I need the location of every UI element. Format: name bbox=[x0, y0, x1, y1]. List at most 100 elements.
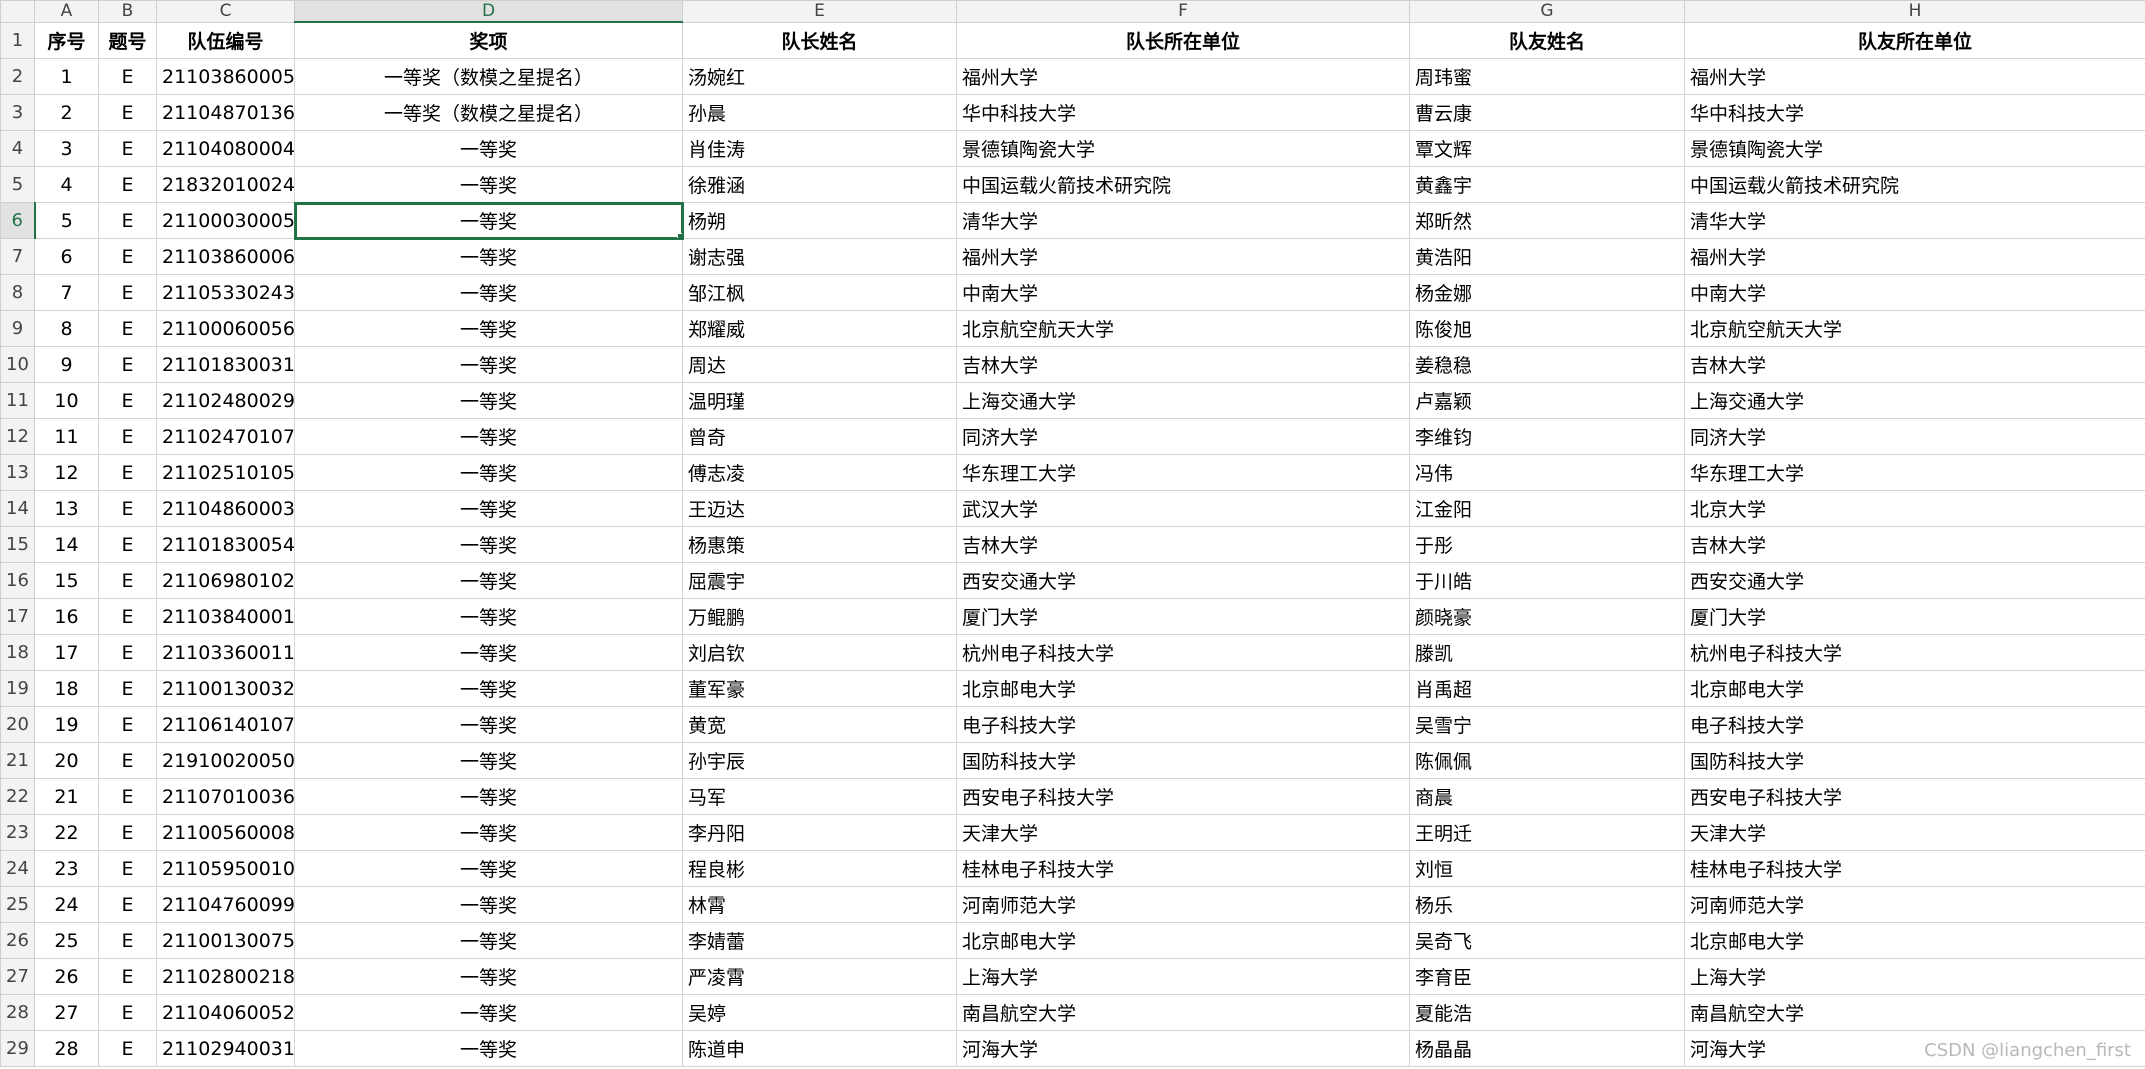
table-cell[interactable]: 21103860005 bbox=[156, 58, 295, 95]
row-number[interactable]: 27 bbox=[0, 958, 35, 995]
table-cell[interactable]: 杨乐 bbox=[1409, 886, 1685, 923]
table-cell[interactable]: 18 bbox=[34, 670, 99, 707]
table-cell[interactable]: 电子科技大学 bbox=[956, 706, 1410, 743]
table-cell[interactable]: 一等奖 bbox=[294, 166, 683, 203]
table-cell[interactable]: 21104060052 bbox=[156, 994, 295, 1031]
table-cell[interactable]: 桂林电子科技大学 bbox=[1684, 850, 2145, 887]
table-cell[interactable]: 吴婷 bbox=[682, 994, 957, 1031]
table-cell[interactable]: 景德镇陶瓷大学 bbox=[1684, 130, 2145, 167]
table-cell[interactable]: 徐雅涵 bbox=[682, 166, 957, 203]
table-cell[interactable]: 电子科技大学 bbox=[1684, 706, 2145, 743]
table-cell[interactable]: E bbox=[98, 958, 157, 995]
row-number[interactable]: 6 bbox=[0, 202, 36, 239]
table-cell[interactable]: E bbox=[98, 418, 157, 455]
table-cell[interactable]: E bbox=[98, 742, 157, 779]
table-cell[interactable]: 21103840001 bbox=[156, 598, 295, 635]
table-cell[interactable]: 24 bbox=[34, 886, 99, 923]
table-cell[interactable]: 一等奖 bbox=[294, 130, 683, 167]
table-cell[interactable]: 王明迁 bbox=[1409, 814, 1685, 851]
table-cell[interactable]: 一等奖 bbox=[294, 742, 683, 779]
table-cell[interactable]: 天津大学 bbox=[956, 814, 1410, 851]
table-cell[interactable]: 同济大学 bbox=[956, 418, 1410, 455]
row-number[interactable]: 20 bbox=[0, 706, 35, 743]
row-number[interactable]: 11 bbox=[0, 382, 35, 419]
row-number[interactable]: 8 bbox=[0, 274, 35, 311]
table-cell[interactable]: 28 bbox=[34, 1030, 99, 1067]
table-cell[interactable]: 王迈达 bbox=[682, 490, 957, 527]
header-cell[interactable]: 队长姓名 bbox=[682, 21, 957, 59]
table-cell[interactable]: 北京航空航天大学 bbox=[956, 310, 1410, 347]
table-cell[interactable]: 一等奖 bbox=[294, 922, 683, 959]
table-cell[interactable]: 福州大学 bbox=[956, 238, 1410, 275]
table-cell[interactable]: 华中科技大学 bbox=[956, 94, 1410, 131]
table-cell[interactable]: 北京邮电大学 bbox=[1684, 922, 2145, 959]
table-cell[interactable]: E bbox=[98, 562, 157, 599]
row-number[interactable]: 15 bbox=[0, 526, 35, 563]
column-header-a[interactable]: A bbox=[34, 0, 99, 23]
table-cell[interactable]: 刘启钦 bbox=[682, 634, 957, 671]
table-cell[interactable]: E bbox=[98, 922, 157, 959]
table-cell[interactable]: E bbox=[98, 94, 157, 131]
table-cell[interactable]: 13 bbox=[34, 490, 99, 527]
table-cell[interactable]: 南昌航空大学 bbox=[956, 994, 1410, 1031]
table-cell[interactable]: 一等奖 bbox=[294, 454, 683, 491]
table-cell[interactable]: 21105330243 bbox=[156, 274, 295, 311]
table-cell[interactable]: 一等奖（数模之星提名） bbox=[294, 58, 683, 95]
table-cell[interactable]: 于川皓 bbox=[1409, 562, 1685, 599]
table-cell[interactable]: 21104080004 bbox=[156, 130, 295, 167]
table-cell[interactable]: 上海交通大学 bbox=[956, 382, 1410, 419]
table-cell[interactable]: E bbox=[98, 850, 157, 887]
table-cell[interactable]: 西安电子科技大学 bbox=[1684, 778, 2145, 815]
table-cell[interactable]: 桂林电子科技大学 bbox=[956, 850, 1410, 887]
row-number[interactable]: 2 bbox=[0, 58, 35, 95]
table-cell[interactable]: 一等奖 bbox=[294, 706, 683, 743]
table-cell[interactable]: 孙宇辰 bbox=[682, 742, 957, 779]
table-cell[interactable]: E bbox=[98, 994, 157, 1031]
row-number[interactable]: 28 bbox=[0, 994, 35, 1031]
row-number[interactable]: 7 bbox=[0, 238, 35, 275]
table-cell[interactable]: 江金阳 bbox=[1409, 490, 1685, 527]
header-cell[interactable]: 队友所在单位 bbox=[1684, 21, 2145, 59]
table-cell[interactable]: 21910020050 bbox=[156, 742, 295, 779]
table-cell[interactable]: 吉林大学 bbox=[1684, 526, 2145, 563]
table-cell[interactable]: 21100130032 bbox=[156, 670, 295, 707]
table-cell[interactable]: 厦门大学 bbox=[1684, 598, 2145, 635]
row-number[interactable]: 13 bbox=[0, 454, 35, 491]
table-cell[interactable]: 北京邮电大学 bbox=[1684, 670, 2145, 707]
table-cell[interactable]: 21102510105 bbox=[156, 454, 295, 491]
row-number[interactable]: 16 bbox=[0, 562, 35, 599]
table-cell[interactable]: 万鲲鹏 bbox=[682, 598, 957, 635]
table-cell[interactable]: 21 bbox=[34, 778, 99, 815]
row-number[interactable]: 1 bbox=[0, 21, 35, 59]
table-cell[interactable]: 中国运载火箭技术研究院 bbox=[956, 166, 1410, 203]
table-cell[interactable]: 福州大学 bbox=[1684, 238, 2145, 275]
row-number[interactable]: 25 bbox=[0, 886, 35, 923]
table-cell[interactable]: 董军豪 bbox=[682, 670, 957, 707]
table-cell[interactable]: E bbox=[98, 1030, 157, 1067]
header-cell[interactable]: 题号 bbox=[98, 21, 157, 59]
column-header-b[interactable]: B bbox=[98, 0, 157, 23]
table-cell[interactable]: 一等奖 bbox=[294, 994, 683, 1031]
table-cell[interactable]: 陈佩佩 bbox=[1409, 742, 1685, 779]
table-cell[interactable]: 吴奇飞 bbox=[1409, 922, 1685, 959]
table-cell[interactable]: 孙晨 bbox=[682, 94, 957, 131]
header-cell[interactable]: 奖项 bbox=[294, 21, 683, 59]
table-cell[interactable]: 李育臣 bbox=[1409, 958, 1685, 995]
active-cell[interactable]: 一等奖 bbox=[293, 201, 684, 240]
table-cell[interactable]: 林霄 bbox=[682, 886, 957, 923]
table-cell[interactable]: E bbox=[98, 346, 157, 383]
table-cell[interactable]: 一等奖 bbox=[294, 778, 683, 815]
table-cell[interactable]: 福州大学 bbox=[1684, 58, 2145, 95]
table-cell[interactable]: 杭州电子科技大学 bbox=[956, 634, 1410, 671]
row-number[interactable]: 23 bbox=[0, 814, 35, 851]
table-cell[interactable]: 陈道申 bbox=[682, 1030, 957, 1067]
table-cell[interactable]: 21103860006 bbox=[156, 238, 295, 275]
table-cell[interactable]: E bbox=[98, 130, 157, 167]
table-cell[interactable]: 福州大学 bbox=[956, 58, 1410, 95]
table-cell[interactable]: 姜稳稳 bbox=[1409, 346, 1685, 383]
table-cell[interactable]: 1 bbox=[34, 58, 99, 95]
row-number[interactable]: 18 bbox=[0, 634, 35, 671]
table-cell[interactable]: 21102480029 bbox=[156, 382, 295, 419]
table-cell[interactable]: E bbox=[98, 382, 157, 419]
table-cell[interactable]: 15 bbox=[34, 562, 99, 599]
